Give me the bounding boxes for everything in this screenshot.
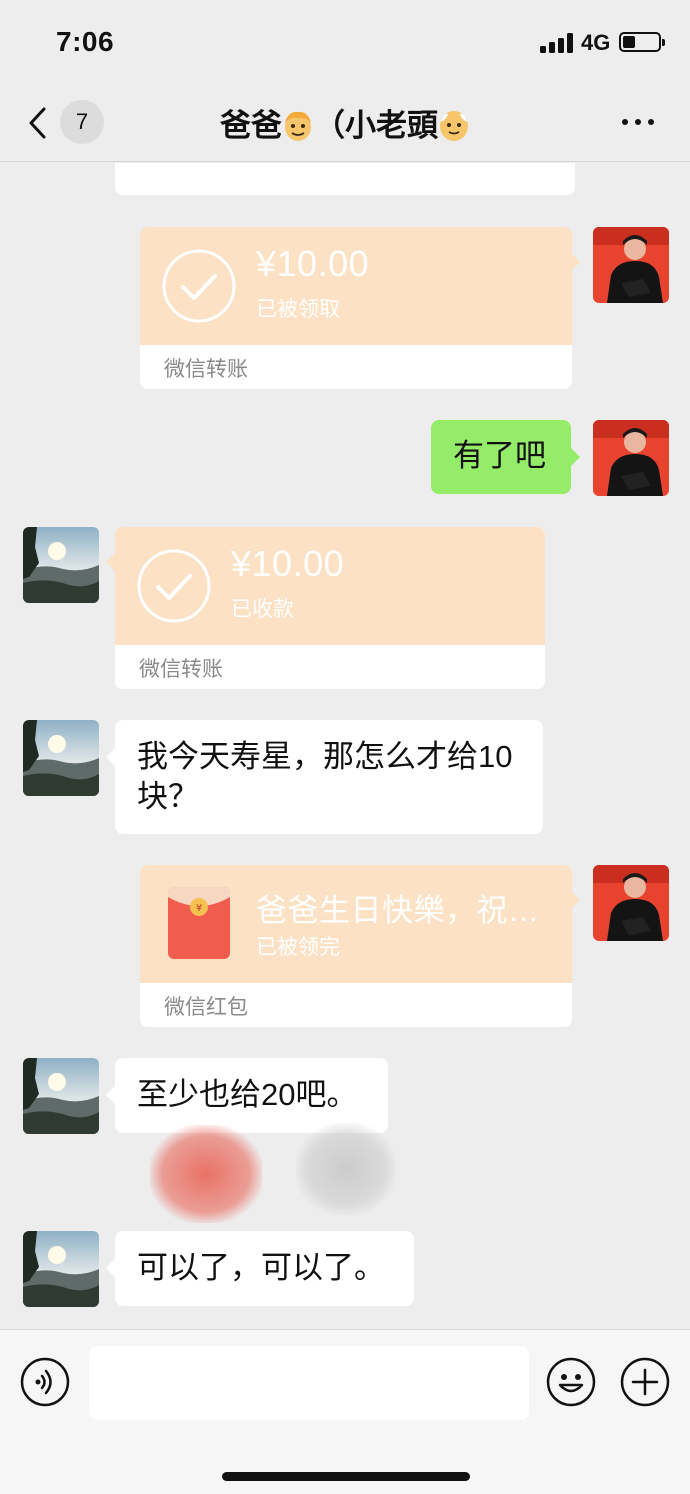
transfer-status: 已收款 xyxy=(231,598,294,621)
avatar-contact[interactable] xyxy=(23,720,99,796)
message-bubble[interactable]: 至少也给20吧。 xyxy=(115,1058,388,1133)
message-text: 至少也给20吧。 xyxy=(137,1077,358,1112)
older-person-emoji-icon xyxy=(438,108,470,142)
message-bubble[interactable]: 有了吧 xyxy=(431,420,571,494)
chat-title: 爸爸 （小老頭 xyxy=(160,100,530,145)
redaction-scribble xyxy=(150,1125,262,1223)
bubble-tail xyxy=(106,1086,115,1104)
message-bubble[interactable]: 我今天寿星，那怎么才给10块？ xyxy=(115,720,543,834)
message-text: 我今天寿星，那怎么才给10块？ xyxy=(137,739,513,814)
network-type: 4G xyxy=(581,30,611,55)
transfer-label: 微信转账 xyxy=(164,358,248,381)
transfer-card[interactable]: ¥10.00 已收款 微信转账 xyxy=(115,527,545,689)
bubble-tail xyxy=(571,253,580,271)
voice-input-icon[interactable] xyxy=(20,1357,70,1407)
transfer-amount: ¥10.00 xyxy=(231,543,345,584)
unread-badge: 7 xyxy=(60,100,104,144)
red-envelope-icon: ¥ xyxy=(168,887,230,959)
svg-text:¥: ¥ xyxy=(196,903,202,914)
battery-icon xyxy=(619,32,665,52)
chat-header: 7 爸爸 （小老頭 xyxy=(0,88,690,162)
message-text: 有了吧 xyxy=(453,438,546,473)
check-circle-icon xyxy=(162,249,236,323)
check-circle-icon xyxy=(137,549,211,623)
bubble-tail xyxy=(106,748,115,766)
avatar-self[interactable] xyxy=(593,227,669,303)
bubble-tail xyxy=(106,553,115,571)
transfer-amount: ¥10.00 xyxy=(256,243,370,284)
transfer-card[interactable]: ¥10.00 已被领取 微信转账 xyxy=(140,227,572,389)
red-packet-card[interactable]: ¥ 爸爸生日快樂，祝… 已被领完 微信红包 xyxy=(140,865,572,1027)
redaction-scribble xyxy=(296,1123,396,1215)
older-man-emoji-icon xyxy=(282,108,314,142)
red-packet-status: 已被领完 xyxy=(256,936,340,959)
message-bubble[interactable]: 可以了，可以了。 xyxy=(115,1231,414,1306)
plus-icon[interactable] xyxy=(620,1357,670,1407)
chat-title-middle: （小老頭 xyxy=(314,108,438,143)
red-packet-title: 爸爸生日快樂，祝… xyxy=(256,893,540,928)
message-input[interactable] xyxy=(89,1346,529,1420)
red-packet-label: 微信红包 xyxy=(164,996,248,1019)
chat-messages[interactable]: 月 ¥10.00 已被领取 微信转账 有了吧 xyxy=(0,163,690,1329)
back-button[interactable]: 7 xyxy=(22,98,112,148)
transfer-label: 微信转账 xyxy=(139,658,223,681)
bubble-tail xyxy=(571,891,580,909)
transfer-status: 已被领取 xyxy=(256,298,340,321)
avatar-self[interactable] xyxy=(593,865,669,941)
avatar-contact[interactable] xyxy=(23,527,99,603)
status-time: 7:06 xyxy=(56,26,115,57)
chat-title-prefix: 爸爸 xyxy=(220,108,282,143)
message-bubble[interactable]: 月 xyxy=(115,163,575,195)
signal-icon xyxy=(540,33,574,53)
status-bar: 7:06 4G xyxy=(0,0,690,88)
message-text: 可以了，可以了。 xyxy=(137,1250,385,1285)
bubble-tail xyxy=(106,1259,115,1277)
input-bar xyxy=(0,1329,690,1494)
avatar-contact[interactable] xyxy=(23,1058,99,1134)
emoji-icon[interactable] xyxy=(546,1357,596,1407)
more-options-button[interactable] xyxy=(618,114,658,130)
home-indicator xyxy=(222,1472,470,1481)
avatar-contact[interactable] xyxy=(23,1231,99,1307)
bubble-tail xyxy=(571,448,580,466)
avatar-self[interactable] xyxy=(593,420,669,496)
chevron-left-icon xyxy=(29,107,46,139)
